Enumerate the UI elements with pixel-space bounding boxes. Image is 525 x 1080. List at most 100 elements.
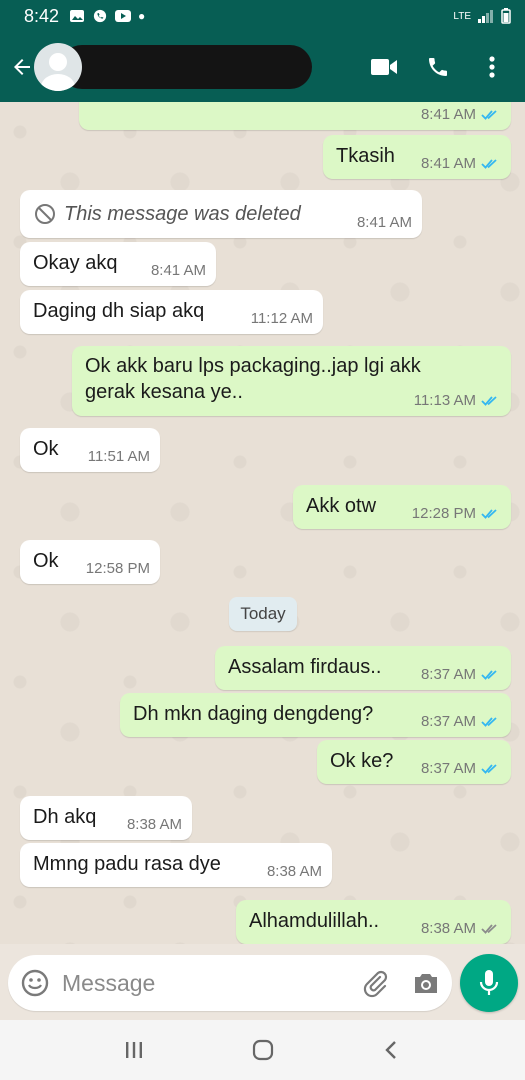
message-meta: 8:38 AM [267,864,322,880]
video-call-button[interactable] [369,52,399,82]
message-outgoing[interactable]: Assalam firdaus.. 8:37 AM [215,646,511,690]
read-ticks-icon [481,509,497,519]
message-meta: 8:41 AM [357,215,412,231]
message-time: 8:41 AM [420,106,476,123]
message-incoming[interactable]: Ok 12:58 PM [20,540,160,584]
message-time: 8:37 AM [420,666,476,683]
message-text: Mmng padu rasa dye [33,853,221,875]
message-text: Tkasih [336,145,395,167]
back-nav-icon[interactable] [382,1039,402,1061]
battery-icon [501,8,511,24]
mic-icon [479,970,499,995]
more-options-button[interactable] [477,52,507,82]
message-time: 11:51 AM [87,448,150,465]
message-incoming[interactable]: Daging dh siap akq 11:12 AM [20,290,323,334]
phone-icon [429,58,447,76]
day-separator: Today [229,597,297,631]
emoji-icon[interactable] [20,968,50,998]
message-meta: 8:41 AM [421,107,501,123]
more-vert-icon [489,56,495,78]
youtube-icon [115,10,132,22]
message-time: 8:37 AM [420,713,476,730]
deleted-message: This message was deleted [34,201,301,227]
message-incoming[interactable]: Dh akq 8:38 AM [20,796,192,840]
message-incoming[interactable]: Okay akq 8:41 AM [20,242,216,286]
message-text: Okay akq [33,252,118,274]
message-text: This message was deleted [64,203,301,225]
chat-header [0,32,525,102]
message-meta: 11:12 AM [251,311,313,327]
message-meta: 8:38 AM [127,817,182,833]
message-meta: 12:58 PM [86,561,150,577]
message-time: 12:28 PM [411,505,476,522]
message-outgoing[interactable]: Dh mkn daging dengdeng? 8:37 AM [120,693,511,737]
message-time: 11:12 AM [250,310,313,327]
message-time: 8:38 AM [420,920,476,937]
message-text: Dh mkn daging dengdeng? [133,703,374,725]
contact-name-redacted[interactable] [60,45,312,89]
message-text: Akk otw [306,495,377,517]
read-ticks-icon [481,159,497,169]
message-text-line: Ok akk baru lps packaging..jap lgi akk [85,355,421,377]
message-text: Ok [33,550,59,572]
header-actions [369,52,525,82]
message-text: Ok ke? [330,750,394,772]
read-ticks-icon [481,670,497,680]
message-outgoing[interactable]: 8:41 AM [79,102,511,130]
message-meta: 8:37 AM [421,761,501,777]
status-time: 8:42 [24,5,60,26]
message-meta: 8:41 AM [151,263,206,279]
message-text: Ok akk baru lps packaging..jap lgi akk g… [85,353,421,405]
message-meta: 12:28 PM [412,506,501,522]
message-text: Ok [33,438,59,460]
home-icon[interactable] [251,1038,275,1062]
message-text-line: gerak kesana ye.. [85,381,243,403]
message-outgoing[interactable]: Ok ke? 8:37 AM [317,740,511,784]
status-right: LTE [453,8,511,24]
voice-record-button[interactable] [460,954,518,1012]
system-nav-bar [0,1020,525,1080]
message-incoming[interactable]: Mmng padu rasa dye 8:38 AM [20,843,332,887]
message-time: 8:38 AM [126,816,182,833]
message-text: Assalam firdaus.. [228,656,382,678]
chat-messages[interactable]: 8:41 AM Tkasih 8:41 AM This message was … [0,102,525,944]
message-text: Dh akq [33,806,97,828]
message-meta: 8:37 AM [421,667,501,683]
recents-icon[interactable] [123,1039,145,1061]
read-ticks-icon [481,110,497,120]
gallery-icon [70,10,85,22]
message-time: 8:38 AM [266,863,322,880]
read-ticks-icon [481,764,497,774]
message-meta: 11:51 AM [88,449,150,465]
message-time: 8:41 AM [420,155,476,172]
voice-call-button[interactable] [423,52,453,82]
read-ticks-icon [481,717,497,727]
avatar[interactable] [34,43,82,91]
notification-dot-icon: ● [138,9,146,23]
message-time: 11:13 AM [413,392,476,409]
message-text: Daging dh siap akq [33,300,205,322]
status-bar: 8:42 ● LTE [0,0,525,32]
attach-icon[interactable] [360,968,390,998]
message-time: 8:41 AM [356,214,412,231]
camera-icon[interactable] [412,970,440,996]
message-composer [8,955,452,1011]
message-outgoing[interactable]: Tkasih 8:41 AM [323,135,511,179]
video-call-icon [371,59,397,75]
message-incoming-deleted[interactable]: This message was deleted 8:41 AM [20,190,422,238]
message-input[interactable] [62,969,322,997]
message-meta: 8:38 AM [421,921,501,937]
signal-icon [478,10,493,23]
composer-bar [0,944,525,1020]
delivered-ticks-icon [481,924,497,934]
message-outgoing[interactable]: Akk otw 12:28 PM [293,485,511,529]
message-outgoing[interactable]: Ok akk baru lps packaging..jap lgi akk g… [72,346,511,416]
deleted-icon [35,204,55,224]
message-outgoing[interactable]: Alhamdulillah.. 8:38 AM [236,900,511,944]
composer-icons [360,968,440,998]
message-incoming[interactable]: Ok 11:51 AM [20,428,160,472]
whatsapp-icon [93,9,107,23]
back-arrow-icon [14,59,30,75]
message-time: 12:58 PM [85,560,150,577]
message-time: 8:37 AM [420,760,476,777]
